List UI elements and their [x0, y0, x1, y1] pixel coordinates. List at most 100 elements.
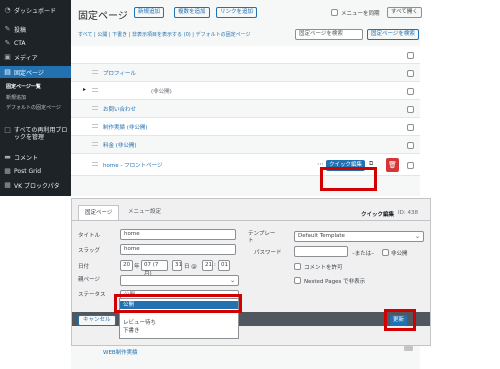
slug-input[interactable]: home	[120, 244, 236, 255]
chevron-down-icon: ⌄	[414, 233, 420, 240]
sidebar-item-label: すべての再利用ブロックを管理	[14, 127, 68, 141]
date-day-input[interactable]: 31	[172, 260, 182, 271]
sidebar-item-label: コメント	[14, 155, 39, 162]
page-title: 固定ページ	[78, 11, 128, 22]
comment-icon: ▬	[4, 153, 11, 161]
trash-icon[interactable]: 🗑	[386, 158, 399, 172]
cancel-button[interactable]: キャンセル	[78, 315, 116, 326]
row-checkbox[interactable]	[407, 106, 414, 113]
drag-handle-icon[interactable]	[92, 124, 98, 128]
private-label: 非公開	[391, 251, 408, 257]
parent-label: 親ページ	[78, 277, 100, 283]
sidebar-item-label: CTA	[14, 40, 26, 47]
sidebar-item-label: ダッシュボード	[14, 7, 57, 15]
highlight-box	[114, 294, 242, 313]
table-row[interactable]: プロフィール	[71, 64, 420, 82]
row-checkbox[interactable]	[407, 124, 414, 131]
table-row[interactable]: お問い合わせ	[71, 100, 420, 118]
row-title[interactable]: 料金 (非公開)	[103, 141, 137, 149]
row-title[interactable]: 制作実績 (非公開)	[103, 123, 148, 131]
time-colon-label: :	[214, 262, 216, 268]
sidebar-item-label: Post Grid	[14, 168, 42, 175]
sidebar-item-dashboard[interactable]: ◔ ダッシュボード	[0, 4, 71, 16]
sidebar-subitem-all-pages[interactable]: 固定ページ一覧	[0, 83, 71, 90]
template-select[interactable]: Default Template ⌄	[294, 231, 424, 242]
row-checkbox[interactable]	[407, 142, 414, 149]
template-label: テンプレート	[248, 231, 276, 244]
drag-handle-icon[interactable]	[92, 106, 98, 110]
date-minute-input[interactable]: 01	[218, 260, 230, 271]
parent-select[interactable]: ⌄	[120, 275, 239, 286]
row-checkbox[interactable]	[407, 162, 414, 169]
row-title[interactable]: プロフィール	[103, 69, 136, 77]
expand-triangle-icon[interactable]: ▸	[83, 86, 86, 93]
page-icon: ▤	[4, 67, 11, 76]
row-title[interactable]: (非公開)	[151, 87, 172, 95]
row-title[interactable]: home - フロントページ	[103, 161, 162, 169]
status-filter-links[interactable]: すべて | 公開 | 下書き | 非表示項目を表示する (0) | デフォルトの…	[78, 31, 250, 38]
row-title[interactable]: お問い合わせ	[103, 105, 136, 113]
add-new-button[interactable]: 新規追加	[134, 7, 165, 18]
media-icon: ▣	[4, 53, 11, 61]
sidebar-item-cta[interactable]: ✎ CTA	[0, 38, 71, 49]
date-month-select[interactable]: 07 (7月)	[141, 260, 168, 277]
nested-pages-hide-label: Nested Pages で非表示	[304, 279, 366, 285]
pin-icon: ✎	[4, 25, 11, 33]
add-link-button[interactable]: リンクを追加	[216, 7, 258, 18]
or-label: –または–	[352, 251, 375, 257]
highlight-box	[320, 167, 377, 191]
menu-sync-checkbox[interactable]	[331, 9, 338, 16]
admin-sidebar: ◔ ダッシュボード ✎ 投稿 ✎ CTA ▣ メディア ▤ 固定ページ 固定ペー…	[0, 0, 71, 196]
status-option-draft[interactable]: 下書き	[120, 327, 238, 335]
title-input[interactable]: home	[120, 229, 236, 240]
drag-handle-icon[interactable]	[92, 142, 98, 146]
grid-icon: ▦	[4, 181, 11, 189]
sidebar-item-label: メディア	[14, 55, 38, 62]
row-checkbox[interactable]	[407, 70, 414, 77]
date-label: 日付	[78, 264, 90, 270]
allow-comments-label: コメントを許可	[304, 265, 343, 271]
table-row[interactable]: 料金 (非公開)	[71, 136, 420, 154]
date-year-input[interactable]: 20	[120, 260, 133, 271]
table-row[interactable]: ▸ (非公開)	[71, 82, 420, 100]
nested-pages-hide-checkbox[interactable]	[294, 277, 301, 284]
sidebar-subitem-add-new[interactable]: 新規追加	[0, 94, 71, 101]
row-action-icon[interactable]	[404, 346, 413, 351]
table-row[interactable]	[71, 46, 420, 64]
drag-handle-icon[interactable]	[92, 88, 98, 92]
password-input[interactable]	[294, 246, 348, 257]
date-hour-input[interactable]: 21	[202, 260, 213, 271]
private-checkbox[interactable]	[382, 249, 389, 256]
sidebar-item-label: 固定ページ	[14, 69, 44, 77]
search-button[interactable]: 固定ページを検索	[367, 29, 419, 40]
sidebar-item-reusable-blocks[interactable]: □ すべての再利用ブロックを管理	[0, 127, 71, 145]
sidebar-item-vk-block-patterns[interactable]: ▦ VK ブロックパタ	[0, 180, 71, 191]
sidebar-item-comments[interactable]: ▬ コメント	[0, 152, 71, 163]
expand-all-button[interactable]: すべて開く	[387, 7, 422, 18]
table-row[interactable]: WEB制作実績	[71, 346, 420, 369]
sidebar-subitem-default-pages[interactable]: デフォルトの固定ページ	[0, 105, 66, 112]
sidebar-item-media[interactable]: ▣ メディア	[0, 52, 71, 63]
sidebar-item-post-grid[interactable]: ▦ Post Grid	[0, 166, 71, 177]
sidebar-item-pages[interactable]: ▤ 固定ページ	[0, 66, 71, 78]
search-input[interactable]: 固定ページを検索	[295, 29, 363, 40]
sidebar-item-label: VK ブロックパタ	[14, 183, 60, 190]
row-title[interactable]: WEB制作実績	[103, 348, 138, 356]
table-row[interactable]: 制作実績 (非公開)	[71, 118, 420, 136]
highlight-box	[384, 309, 416, 331]
sidebar-item-posts[interactable]: ✎ 投稿	[0, 24, 71, 35]
sidebar-item-label: 投稿	[14, 27, 27, 34]
row-checkbox[interactable]	[407, 88, 414, 95]
tab-page[interactable]: 固定ページ	[78, 205, 120, 220]
drag-handle-icon[interactable]	[92, 162, 98, 166]
gauge-icon: ◔	[4, 5, 11, 14]
tab-menu-settings[interactable]: メニュー設定	[122, 205, 167, 220]
title-label: タイトル	[78, 233, 101, 239]
status-option-pending[interactable]: レビュー待ち	[120, 319, 238, 327]
row-checkbox[interactable]	[407, 52, 414, 59]
tab-divider	[72, 220, 430, 221]
post-id-label: ID: 438	[398, 210, 418, 216]
drag-handle-icon[interactable]	[92, 70, 98, 74]
add-multiple-button[interactable]: 複数を追加	[174, 7, 210, 18]
allow-comments-checkbox[interactable]	[294, 263, 301, 270]
